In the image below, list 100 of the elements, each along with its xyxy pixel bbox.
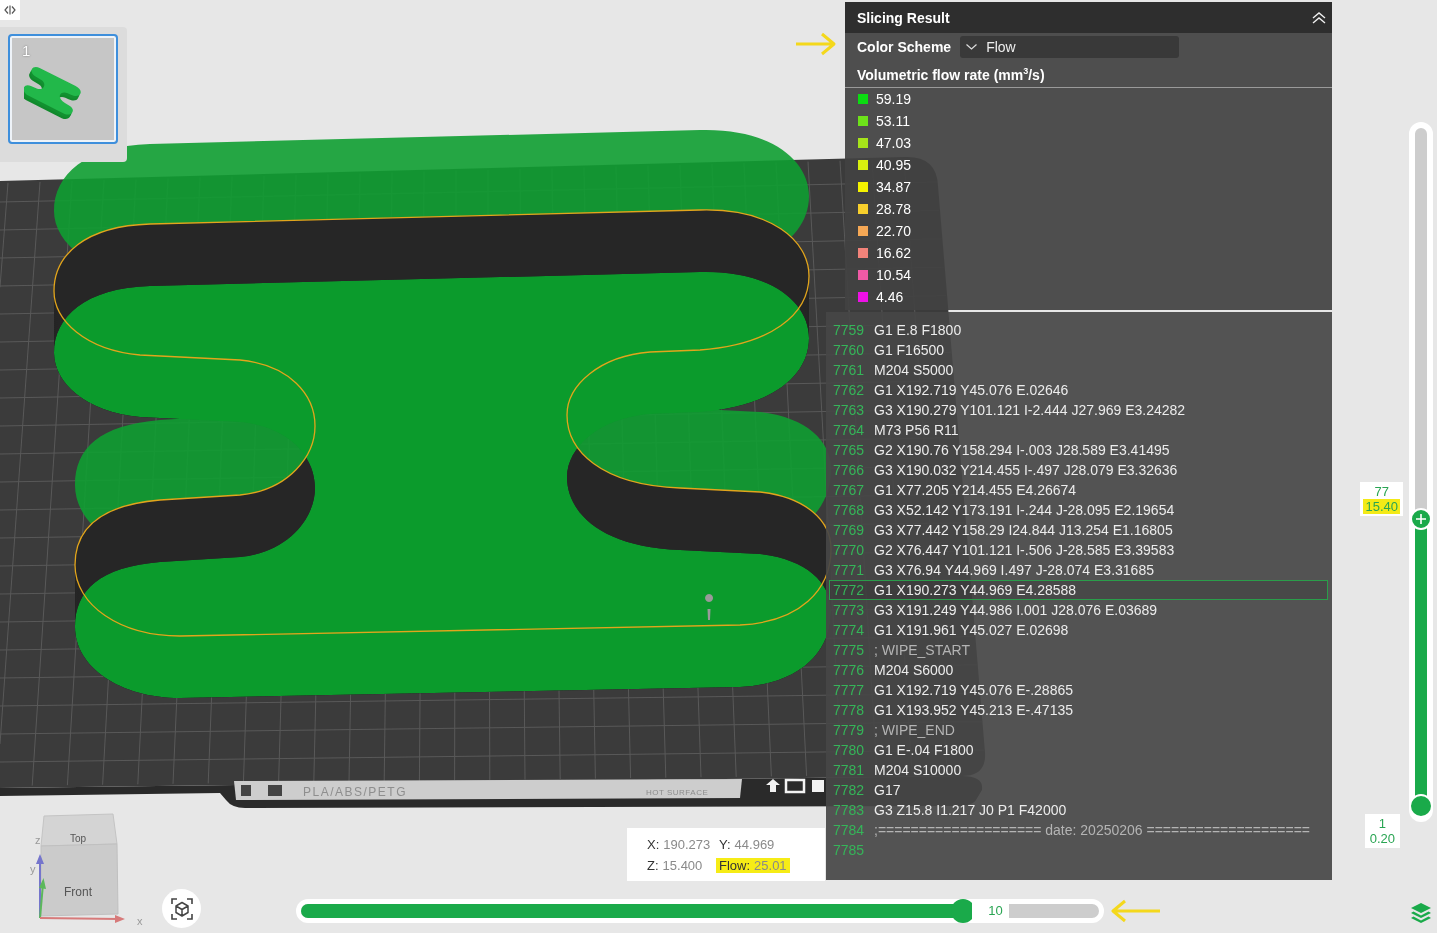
gcode-line[interactable]: 7768 G3 X52.142 Y173.191 I-.244 J-28.095 E2.19654: [829, 500, 1328, 520]
swatch-icon: [858, 269, 868, 280]
gcode-line[interactable]: 7782 G17: [829, 780, 1328, 800]
gcode-text: G1 X193.952 Y45.213 E-.47135: [874, 702, 1073, 718]
coordinate-readout: X: 190.273: [646, 836, 712, 852]
gcode-text: G3 Z15.8 I1.217 J0 P1 F42000: [874, 802, 1067, 818]
collapse-icon[interactable]: [1312, 11, 1326, 24]
line-number: 7772: [833, 582, 866, 598]
gcode-text: G1 X77.205 Y214.455 E4.26674: [874, 482, 1077, 498]
gcode-text: ;==================== date: 20250206 ====================: [874, 822, 1311, 838]
gcode-line[interactable]: 7780 G1 E-.04 F1800: [829, 740, 1328, 760]
line-number: 7768: [833, 502, 866, 518]
axis-label: x: [137, 915, 143, 927]
gcode-line[interactable]: 7769 G3 X77.442 Y158.29 I24.844 J13.254 E1.16805: [829, 520, 1328, 540]
legend-value: 40.95: [876, 156, 912, 173]
line-number: 7780: [833, 742, 866, 758]
legend-value: 4.46: [876, 288, 904, 305]
swatch-icon: [858, 115, 868, 126]
gcode-line[interactable]: 7774 G1 X191.961 Y45.027 E.02698: [829, 620, 1328, 640]
plate-number: 1: [22, 42, 31, 59]
cube-icon: [170, 897, 193, 920]
line-number: 7776: [833, 662, 866, 678]
panel-title: Slicing Result: [857, 9, 950, 26]
layers-icon[interactable]: [1410, 901, 1432, 923]
gcode-line[interactable]: 7763 G3 X190.279 Y101.121 I-2.444 J27.969 E3.24282: [829, 400, 1328, 420]
line-number: 7779: [833, 722, 866, 738]
lower-layer-handle[interactable]: [1409, 794, 1433, 818]
gcode-line[interactable]: 7770 G2 X76.447 Y101.121 I-.506 J-28.585 E3.39583: [829, 540, 1328, 560]
gcode-line[interactable]: 7761 M204 S5000: [829, 360, 1328, 380]
swatch-icon: [858, 225, 868, 236]
cube-face-label: Front: [64, 885, 92, 899]
layer-height: 15.40: [1363, 498, 1400, 514]
line-number: 7778: [833, 702, 866, 718]
gcode-line[interactable]: 7764 M73 P56 R11: [829, 420, 1328, 440]
gcode-line[interactable]: 7771 G3 X76.94 Y44.969 I.497 J-28.074 E3.31685: [829, 560, 1328, 580]
gcode-text: G1 X191.961 Y45.027 E.02698: [874, 622, 1069, 638]
gcode-line[interactable]: 7777 G1 X192.719 Y45.076 E-.28865: [829, 680, 1328, 700]
gcode-line[interactable]: 7783 G3 Z15.8 I1.217 J0 P1 F42000: [829, 800, 1328, 820]
line-number: 7760: [833, 342, 866, 358]
gcode-line[interactable]: 7765 G2 X190.76 Y158.294 I-.003 J28.589 E3.41495: [829, 440, 1328, 460]
swatch-icon: [858, 291, 868, 302]
gcode-text: M73 P56 R11: [874, 422, 959, 438]
view-cube[interactable]: [40, 813, 119, 917]
line-number: 7773: [833, 602, 866, 618]
gcode-line[interactable]: 7776 M204 S6000: [829, 660, 1328, 680]
legend-value: 47.03: [876, 134, 912, 151]
legend-title: Volumetric flow rate (mm$^{3}$/s): [845, 61, 1332, 88]
coordinate-readout: Y: 44.969: [718, 836, 776, 852]
gcode-text: G1 X190.273 Y44.969 E4.28588: [874, 582, 1077, 598]
plus-icon: [1415, 512, 1427, 525]
gcode-line[interactable]: 7775 ; WIPE_START: [829, 640, 1328, 660]
line-number: 7765: [833, 442, 866, 458]
gcode-text: G1 X192.719 Y45.076 E.02646: [874, 382, 1069, 398]
layer-number: 1: [1377, 816, 1387, 831]
gcode-text: M204 S10000: [874, 762, 962, 778]
line-number: 7769: [833, 522, 866, 538]
gcode-line[interactable]: 7784 ;==================== date: 20250206 ====================: [829, 820, 1328, 840]
gcode-text: G1 E.8 F1800: [874, 322, 962, 338]
swatch-icon: [858, 203, 868, 214]
gcode-line[interactable]: 7778 G1 X193.952 Y45.213 E-.47135: [829, 700, 1328, 720]
layer-height: 0.20: [1368, 831, 1396, 846]
gcode-line[interactable]: 7760 G1 F16500: [829, 340, 1328, 360]
line-number: 7774: [833, 622, 866, 638]
color-scheme-dropdown[interactable]: Flow: [960, 36, 1180, 58]
axis-label: z: [35, 834, 41, 846]
gcode-line[interactable]: 7781 M204 S10000: [829, 760, 1328, 780]
upper-layer-handle[interactable]: [1410, 507, 1432, 530]
gcode-line[interactable]: 7762 G1 X192.719 Y45.076 E.02646: [829, 380, 1328, 400]
chevron-down-icon: [966, 44, 978, 50]
gcode-line[interactable]: 7759 G1 E.8 F1800: [829, 320, 1328, 340]
gcode-line[interactable]: 7767 G1 X77.205 Y214.455 E4.26674: [829, 480, 1328, 500]
gcode-line[interactable]: 7766 G3 X190.032 Y214.455 I-.497 J28.079 E3.32636: [829, 460, 1328, 480]
line-number: 7775: [833, 642, 866, 658]
gcode-line[interactable]: 7773 G3 X191.249 Y44.986 I.001 J28.076 E.03689: [829, 600, 1328, 620]
layer-slider-track[interactable]: [1409, 122, 1433, 822]
gcode-text: G1 F16500: [874, 342, 945, 358]
swatch-icon: [858, 247, 868, 258]
color-scheme-label: Color Scheme: [857, 39, 952, 55]
legend-value: 10.54: [876, 266, 912, 283]
line-number: 7761: [833, 362, 866, 378]
swatch-icon: [858, 137, 868, 148]
legend-value: 34.87: [876, 178, 912, 195]
gcode-text: G2 X190.76 Y158.294 I-.003 J28.589 E3.41495: [874, 442, 1170, 458]
gcode-text: G3 X191.249 Y44.986 I.001 J28.076 E.03689: [874, 602, 1158, 618]
coordinate-readout: Flow: 25.01: [716, 857, 790, 873]
chevrons-icon: [4, 5, 16, 15]
cube-view-button[interactable]: [162, 889, 201, 928]
gcode-text: G1 E-.04 F1800: [874, 742, 974, 758]
gcode-line[interactable]: 7779 ; WIPE_END: [829, 720, 1328, 740]
gcode-text: G3 X52.142 Y173.191 I-.244 J-28.095 E2.19654: [874, 502, 1175, 518]
gcode-text: G17: [874, 782, 901, 798]
line-number: 7759: [833, 322, 866, 338]
layer-number: 77: [1373, 483, 1390, 499]
line-number: 7784: [833, 822, 866, 838]
coordinate-readout: Z: 15.400: [646, 857, 704, 873]
sidebar-toggle-button[interactable]: [0, 0, 20, 20]
legend-value: 53.11: [876, 112, 910, 129]
axis-label: y: [30, 863, 36, 875]
gcode-text: G3 X190.279 Y101.121 I-2.444 J27.969 E3.24282: [874, 402, 1186, 418]
gcode-text: M204 S6000: [874, 662, 954, 678]
